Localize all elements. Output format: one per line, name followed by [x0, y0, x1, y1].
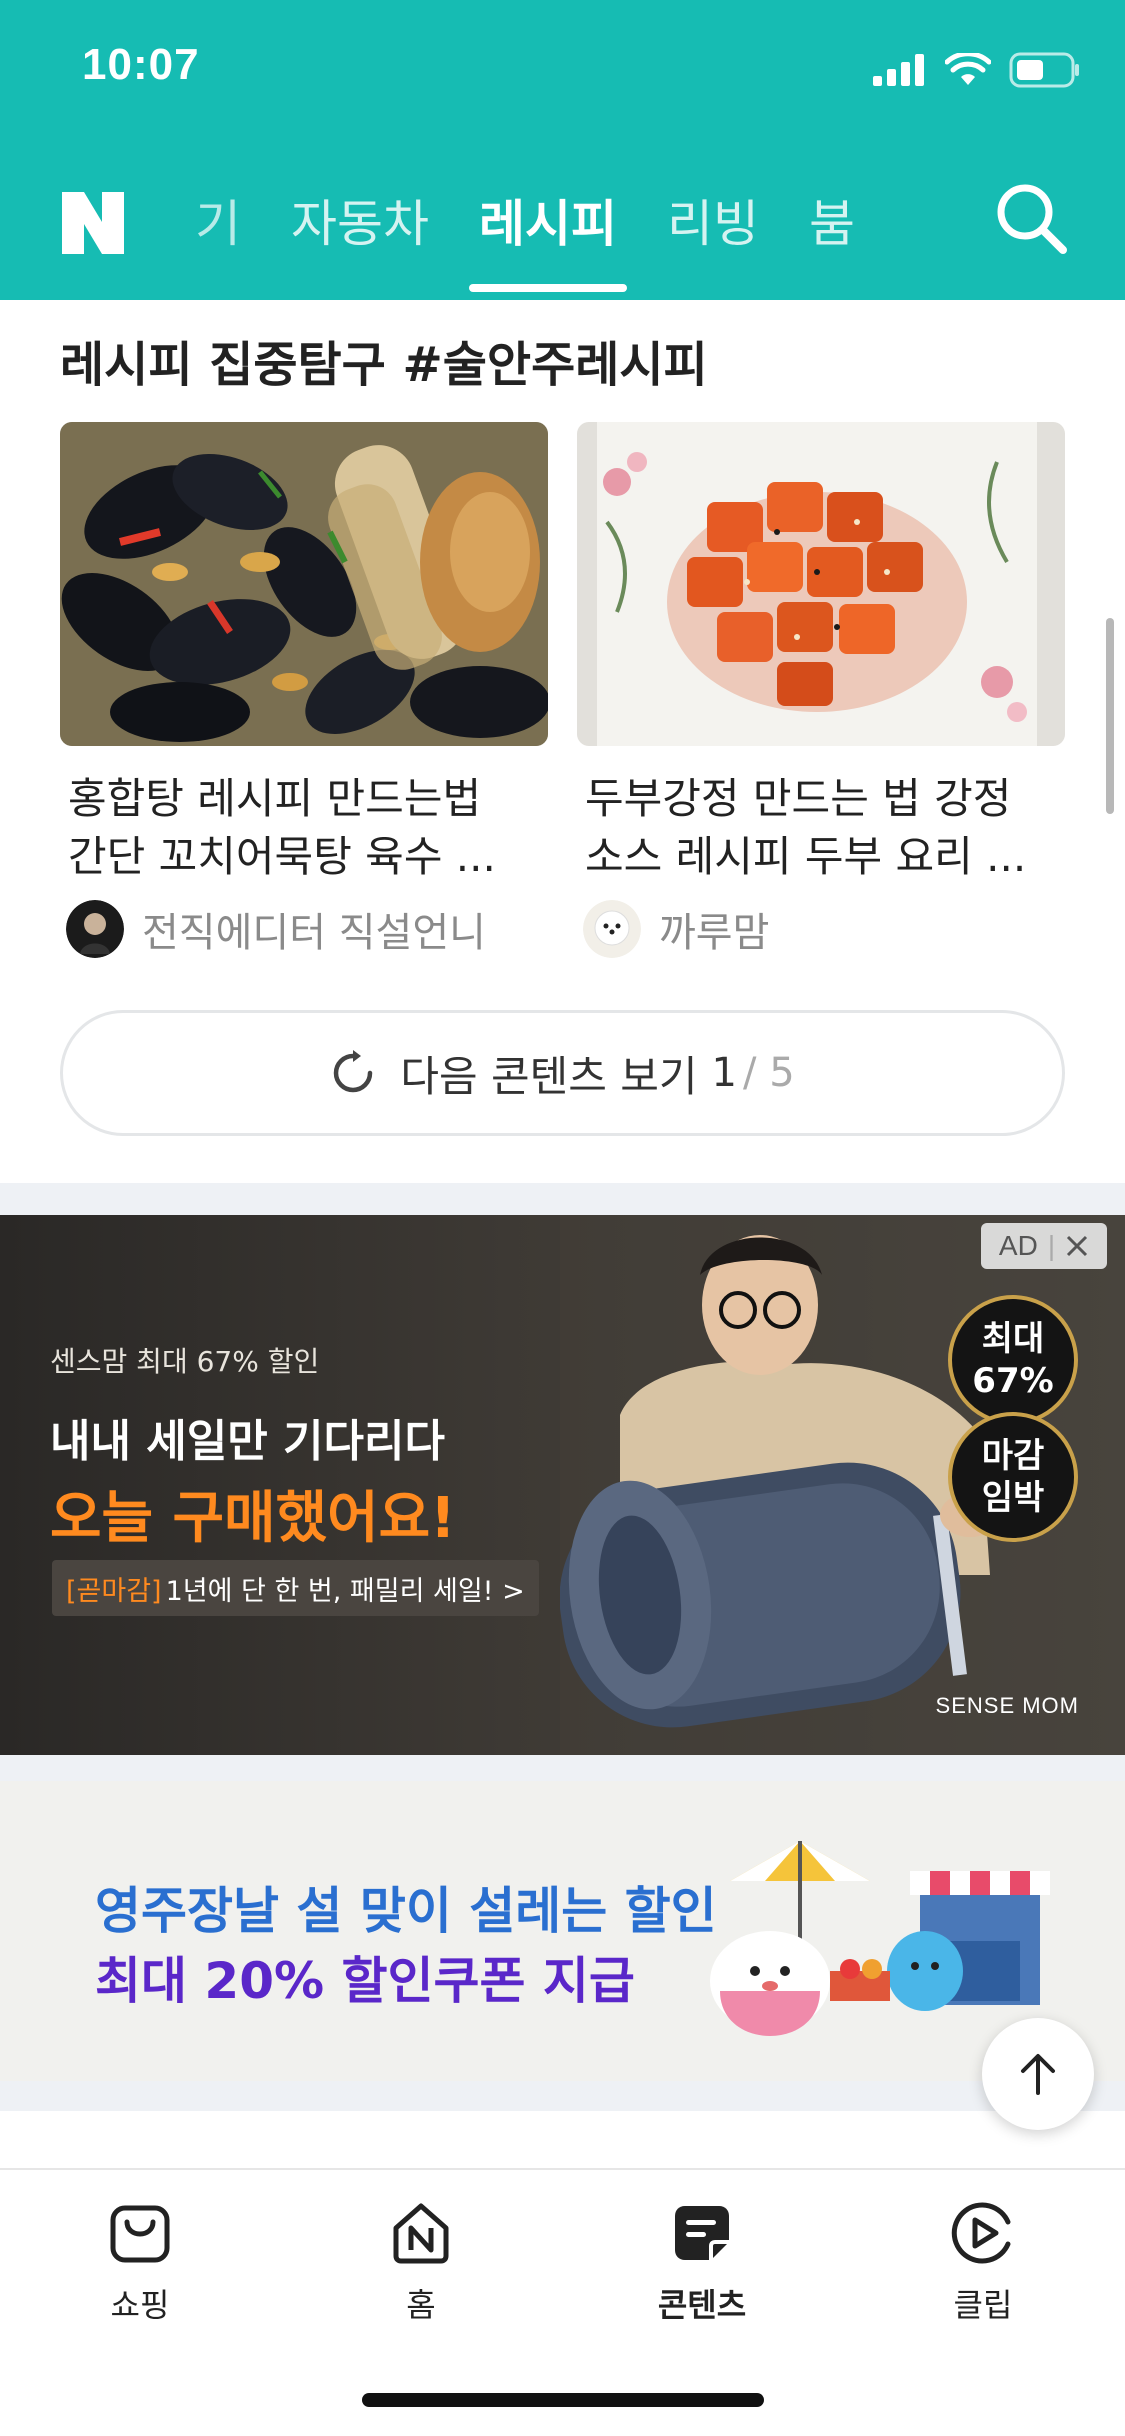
nav-label: 홈 [406, 2286, 436, 2324]
recipe-card[interactable]: 두부강정 만드는 법 강정 소스 레시피 두부 요리 ... 까루맘 [577, 422, 1065, 958]
arrow-up-icon [1021, 2054, 1055, 2095]
recipe-card[interactable]: 홍합탕 레시피 만드는법 간단 꼬치어묵탕 육수 ... 전직에디터 직설언니 [60, 422, 548, 958]
recipe-thumbnail-fried-tofu[interactable] [577, 422, 1065, 746]
promo-illustration [710, 1841, 1050, 2036]
nav-clip[interactable]: 클립 [913, 2200, 1053, 2326]
ad-headline: 내내 세일만 기다리다 [50, 1416, 445, 1467]
section-divider [0, 1183, 1125, 1215]
clip-icon [951, 2202, 1011, 2264]
tab-boom[interactable]: 붐 [809, 184, 855, 264]
next-content-button[interactable]: 다음 콘텐츠 보기 1 / 5 [60, 1010, 1065, 1136]
recipe-card-title[interactable]: 홍합탕 레시피 만드는법 간단 꼬치어묵탕 육수 ... [60, 770, 548, 886]
recipe-card-title[interactable]: 두부강정 만드는 법 강정 소스 레시피 두부 요리 ... [577, 770, 1065, 886]
promo-banner[interactable]: 영주장날 설 맞이 설레는 할인 최대 20% 할인쿠폰 지급 [0, 1781, 1125, 2081]
wifi-icon [945, 53, 991, 85]
promo-subtitle: 최대 20% 할인쿠폰 지급 [95, 1952, 635, 2010]
nav-label: 콘텐츠 [657, 2286, 747, 2324]
top-nav: 기 자동차 레시피 리빙 붐 [0, 160, 1125, 292]
status-time: 10:07 [82, 40, 200, 89]
search-icon[interactable] [993, 180, 1069, 256]
ad-subtitle: 센스맘 최대 67% 할인 [50, 1345, 320, 1378]
recipe-card-title-line2[interactable]: 간단 꼬치어묵탕 육수 ... [68, 828, 548, 886]
section-title: 레시피 집중탐구 #술안주레시피 [60, 337, 708, 393]
ad-pill-text: 1년에 단 한 번, 패밀리 세일! > [165, 1575, 525, 1607]
avatar[interactable] [66, 900, 124, 958]
author-name[interactable]: 까루맘 [659, 900, 769, 958]
home-indicator[interactable] [362, 2393, 764, 2407]
discount-badge: 최대 67% [948, 1295, 1078, 1425]
avatar[interactable] [583, 900, 641, 958]
page-total: / 5 [743, 1050, 795, 1096]
section-divider [0, 1755, 1125, 1781]
status-bar: 10:07 [0, 0, 1125, 140]
scroll-to-top-button[interactable] [982, 2018, 1094, 2130]
contents-icon [675, 2206, 729, 2260]
section-divider [0, 2081, 1125, 2111]
ad-label: AD [998, 1230, 1038, 1261]
battery-icon [1009, 52, 1079, 88]
naver-logo-icon[interactable] [58, 188, 128, 258]
recipe-thumbnail-mussel-soup[interactable] [60, 422, 548, 746]
tab-car[interactable]: 자동차 [291, 184, 429, 264]
recipe-card-title-line2[interactable]: 소스 레시피 두부 요리 ... [585, 828, 1065, 886]
page-current: 1 [711, 1050, 737, 1096]
ad-tag-divider: | [1047, 1230, 1056, 1261]
tab-partial[interactable]: 기 [195, 184, 241, 264]
tab-recipe[interactable]: 레시피 [469, 184, 627, 292]
signal-icon [873, 54, 924, 86]
recipe-card-title-line1[interactable]: 홍합탕 레시피 만드는법 [68, 770, 548, 828]
nav-shopping[interactable]: 쇼핑 [70, 2200, 210, 2326]
ad-headline-highlight: 오늘 구매했어요! [50, 1486, 456, 1551]
nav-label: 클립 [953, 2286, 1013, 2324]
ad-tag[interactable]: AD | [981, 1223, 1107, 1269]
deadline-badge-line1: 마감 [981, 1436, 1045, 1476]
ad-brand-logo: SENSE MOM [935, 1693, 1079, 1718]
nav-home[interactable]: 홈 [351, 2200, 491, 2326]
promo-title: 영주장날 설 맞이 설레는 할인 [95, 1882, 717, 1940]
home-icon [393, 2203, 449, 2264]
scrollbar[interactable] [1106, 618, 1114, 814]
top-header: 10:07 기 자동차 레시피 리빙 붐 [0, 0, 1125, 300]
ad-banner[interactable]: 센스맘 최대 67% 할인 내내 세일만 기다리다 오늘 구매했어요! [곧마감… [0, 1215, 1125, 1755]
deadline-badge-line2: 임박 [981, 1478, 1045, 1518]
recipe-card-title-line1[interactable]: 두부강정 만드는 법 강정 [585, 770, 1065, 828]
discount-badge-line1: 최대 [981, 1319, 1045, 1359]
author-name[interactable]: 전직에디터 직설언니 [142, 900, 486, 958]
ad-cta-pill[interactable]: [곧마감] 1년에 단 한 번, 패밀리 세일! > [52, 1560, 539, 1616]
recipe-card-list: 홍합탕 레시피 만드는법 간단 꼬치어묵탕 육수 ... 전직에디터 직설언니 [60, 422, 1065, 958]
category-tabs: 기 자동차 레시피 리빙 붐 [195, 184, 905, 292]
shopping-bag-icon [110, 2205, 170, 2263]
next-content-label: 다음 콘텐츠 보기 [400, 1051, 698, 1101]
author-info[interactable]: 까루맘 [577, 900, 1065, 958]
author-info[interactable]: 전직에디터 직설언니 [60, 900, 548, 958]
status-icons [873, 50, 1081, 90]
nav-label: 쇼핑 [110, 2286, 170, 2324]
discount-badge-line2: 67% [972, 1361, 1054, 1401]
close-icon[interactable] [1065, 1234, 1089, 1258]
tab-living[interactable]: 리빙 [667, 184, 759, 264]
deadline-badge: 마감 임박 [948, 1412, 1078, 1542]
refresh-icon [334, 1050, 373, 1093]
nav-contents[interactable]: 콘텐츠 [632, 2200, 772, 2326]
ad-pill-highlight: [곧마감] [66, 1575, 162, 1607]
